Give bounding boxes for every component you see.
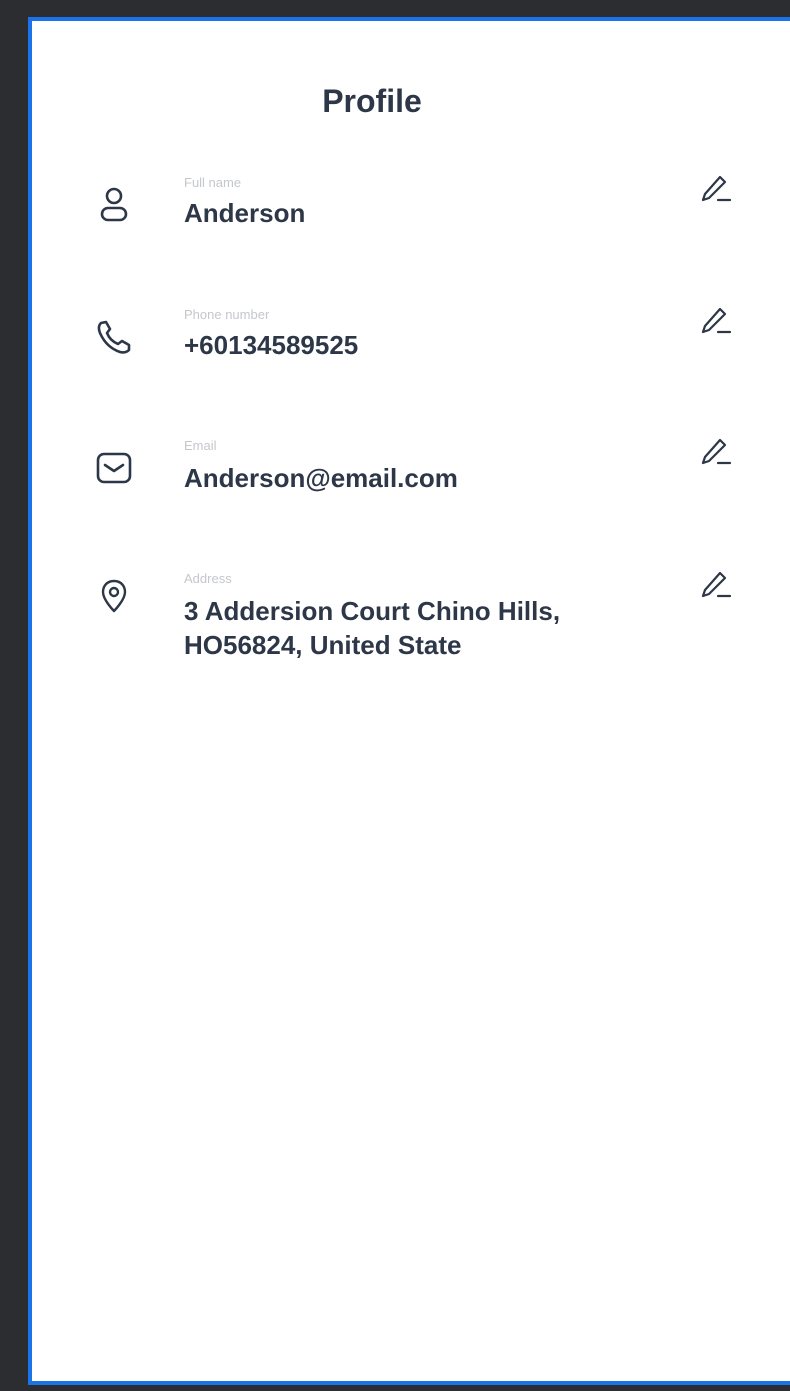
device-frame: Profile Full name Anderson Phone number … bbox=[28, 17, 790, 1385]
field-value: Anderson@email.com bbox=[184, 463, 458, 493]
location-pin-icon bbox=[92, 575, 136, 619]
edit-icon[interactable] bbox=[696, 567, 736, 607]
field-label: Address bbox=[184, 571, 232, 586]
edit-icon[interactable] bbox=[696, 434, 736, 474]
profile-screen: Profile Full name Anderson Phone number … bbox=[32, 21, 790, 1381]
field-label: Phone number bbox=[184, 307, 270, 322]
phone-icon bbox=[92, 315, 136, 359]
person-icon bbox=[92, 183, 136, 227]
field-value: 3 Addersion Court Chino Hills, HO56824, … bbox=[184, 596, 561, 660]
page-title: Profile bbox=[322, 83, 422, 119]
field-label: Full name bbox=[184, 175, 242, 190]
edit-icon[interactable] bbox=[696, 171, 736, 211]
field-value: Anderson bbox=[184, 198, 306, 228]
edit-icon[interactable] bbox=[696, 303, 736, 343]
mail-icon bbox=[92, 446, 136, 490]
field-value: +60134589525 bbox=[184, 330, 359, 360]
field-label: Email bbox=[184, 438, 217, 453]
